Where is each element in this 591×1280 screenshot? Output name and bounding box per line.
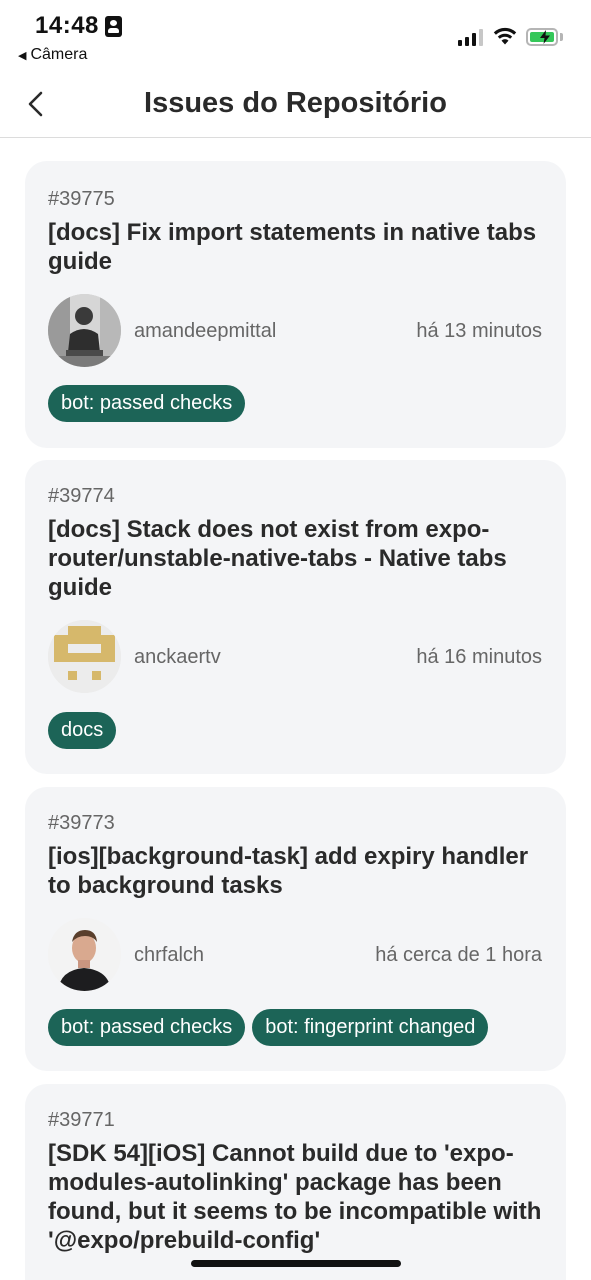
back-to-app-link[interactable]: ◀ Câmera — [18, 46, 87, 64]
page-title: Issues do Repositório — [144, 87, 447, 119]
navigation-bar: Issues do Repositório — [0, 70, 591, 138]
issue-card[interactable]: #39771 [SDK 54][iOS] Cannot build due to… — [25, 1084, 566, 1280]
labels-row: bot: passed checks bot: fingerprint chan… — [48, 1009, 489, 1046]
battery-tip — [560, 33, 563, 41]
issue-number: #39771 — [48, 1109, 115, 1131]
back-to-app-label: Câmera — [30, 46, 88, 63]
author-username: chrfalch — [134, 944, 205, 966]
avatar — [48, 294, 121, 367]
label-chip[interactable]: bot: passed checks — [48, 385, 246, 422]
issue-title: [docs] Fix import statements in native t… — [48, 219, 537, 275]
status-time: 14:48 — [35, 12, 99, 39]
issue-time-ago: há 13 minutos — [416, 320, 542, 342]
avatar — [48, 620, 121, 693]
charging-bolt-icon — [540, 30, 550, 44]
user-photo — [48, 918, 121, 991]
back-triangle-icon: ◀ — [18, 49, 27, 62]
issue-number: #39775 — [48, 188, 115, 210]
issue-time-ago: há 16 minutos — [416, 646, 542, 668]
author-username: anckaertv — [134, 646, 221, 668]
issue-title: [docs] Stack does not exist from expo-ro… — [48, 516, 507, 601]
wifi-icon — [493, 27, 517, 45]
cellular-signal-icon — [458, 28, 486, 46]
issue-card[interactable]: #39775 [docs] Fix import statements in n… — [25, 161, 566, 448]
issue-number: #39774 — [48, 485, 115, 507]
status-bar: 14:48 ◀ Câmera — [0, 0, 591, 70]
label-chip[interactable]: bot: fingerprint changed — [252, 1009, 489, 1046]
home-indicator[interactable] — [191, 1260, 401, 1267]
label-chip[interactable]: docs — [48, 712, 117, 749]
contact-card-icon — [105, 16, 122, 37]
screen: 14:48 ◀ Câmera Issues do Repositório #39… — [0, 0, 591, 1280]
labels-row: docs — [48, 712, 117, 749]
battery-icon — [526, 28, 558, 46]
issue-card[interactable]: #39773 [ios][background-task] add expiry… — [25, 787, 566, 1071]
issue-card[interactable]: #39774 [docs] Stack does not exist from … — [25, 460, 566, 774]
issue-title: [ios][background-task] add expiry handle… — [48, 843, 529, 899]
issue-number: #39773 — [48, 812, 115, 834]
avatar — [48, 918, 121, 991]
identicon — [48, 620, 121, 693]
label-chip[interactable]: bot: passed checks — [48, 1009, 246, 1046]
issue-time-ago: há cerca de 1 hora — [375, 944, 542, 966]
labels-row: bot: passed checks — [48, 385, 246, 422]
author-username: amandeepmittal — [134, 320, 277, 342]
issue-title: [SDK 54][iOS] Cannot build due to 'expo-… — [48, 1140, 542, 1254]
user-photo — [48, 294, 121, 367]
